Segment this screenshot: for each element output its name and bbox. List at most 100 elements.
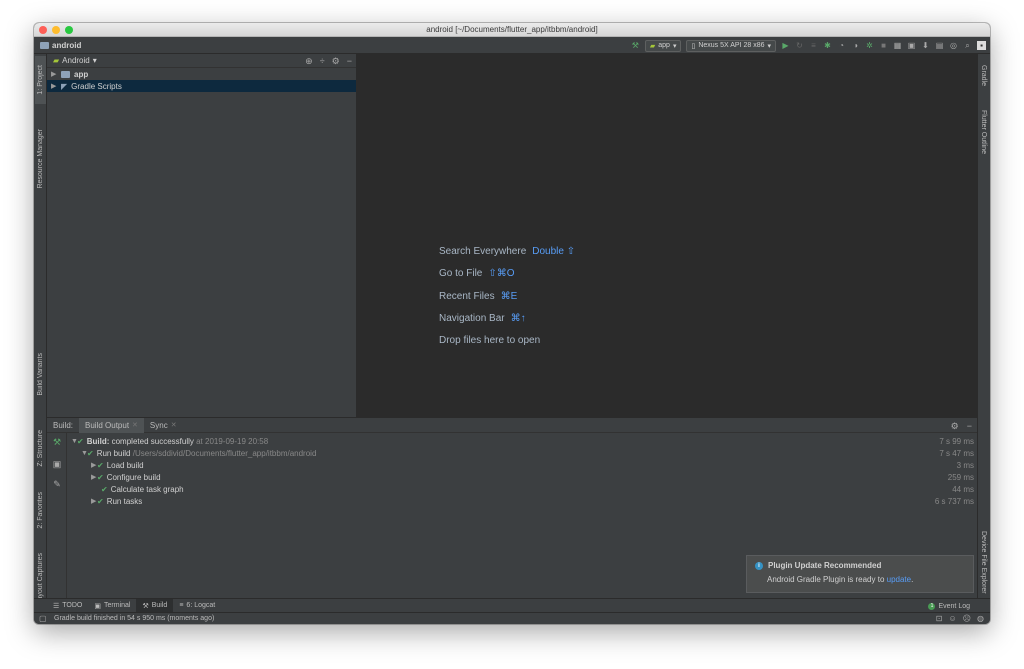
coverage-icon[interactable]: ◑	[851, 41, 860, 50]
apply-changes-icon[interactable]: ↻	[795, 41, 804, 50]
debug-icon[interactable]: ✱	[823, 41, 832, 50]
build-row-run-tasks[interactable]: ▶ ✔ Run tasks 6 s 737 ms	[67, 495, 977, 507]
user-icon[interactable]: ▪	[977, 41, 986, 50]
chevron-down-icon: ▾	[92, 56, 97, 65]
event-log-label: Event Log	[938, 602, 970, 610]
minimize-window-button[interactable]	[52, 26, 60, 34]
hint-shortcut: ⌘↑	[510, 312, 526, 324]
hint-label: Recent Files	[439, 290, 495, 302]
tab-flutter-outline[interactable]: Flutter Outline	[978, 102, 989, 162]
check-icon: ✔	[97, 460, 104, 470]
hint-recent-files: Recent Files ⌘E	[439, 291, 575, 313]
sdk-manager-icon[interactable]: ⬇	[921, 41, 930, 50]
profile-icon[interactable]: ◔	[837, 41, 846, 50]
lock-icon[interactable]: ⊡	[936, 614, 943, 623]
tab-build-variants[interactable]: Build Variants	[35, 334, 46, 414]
apply-code-changes-icon[interactable]: ≡	[809, 41, 818, 50]
breadcrumb-project[interactable]: android	[52, 41, 81, 50]
info-icon: i	[755, 561, 763, 570]
build-row-title: Calculate task graph	[110, 484, 184, 494]
build-row-duration: 3 ms	[956, 460, 974, 470]
breadcrumb[interactable]: android	[40, 41, 81, 50]
hint-drop-files: Drop files here to open	[439, 335, 575, 357]
attach-debugger-icon[interactable]: ✲	[865, 41, 874, 50]
build-row-extra: /Users/sddivid/Documents/flutter_app/itb…	[132, 448, 317, 458]
tab-structure[interactable]: Z: Structure	[35, 422, 46, 474]
build-row-summary[interactable]: ▼ ✔ Build: completed successfully at 201…	[67, 435, 977, 447]
tool-tab-build[interactable]: ⚒ Build	[136, 598, 174, 613]
expand-arrow-icon[interactable]: ▶	[51, 82, 57, 90]
hint-shortcut: Double ⇧	[532, 246, 576, 257]
tab-label: Sync	[149, 420, 168, 430]
close-icon[interactable]: ✕	[171, 421, 177, 429]
build-row-run-build[interactable]: ▼ ✔ Run build /Users/sddivid/Documents/f…	[67, 447, 977, 459]
tab-favorites[interactable]: 2: Favorites	[35, 482, 46, 538]
notification-message: Android Gradle Plugin is ready to update…	[755, 575, 965, 584]
gear-icon[interactable]: ⚙	[332, 56, 340, 67]
notification-title: i Plugin Update Recommended	[755, 561, 965, 570]
tab-project[interactable]: 1: Project	[35, 56, 46, 104]
smiley-icon[interactable]: ☹	[963, 614, 971, 623]
hint-shortcut: ⇧⌘O	[488, 268, 515, 280]
terminal-icon: ▣	[94, 602, 102, 610]
tree-item-gradle-scripts[interactable]: ▶ ◤ Gradle Scripts	[47, 80, 356, 92]
hide-icon[interactable]: −	[347, 56, 352, 67]
locate-icon[interactable]: ⊕	[305, 56, 313, 67]
build-row-configure-build[interactable]: ▶ ✔ Configure build 259 ms	[67, 471, 977, 483]
device-select[interactable]: ▯ Nexus 5X API 28 x86 ▾	[686, 39, 776, 52]
inspector-icon[interactable]: ☺	[949, 614, 957, 623]
check-icon: ✔	[87, 448, 94, 458]
close-window-button[interactable]	[39, 26, 47, 34]
tab-label: Build Output	[85, 420, 130, 430]
hint-label: Navigation Bar	[439, 312, 505, 324]
tool-tab-terminal[interactable]: ▣ Terminal	[88, 599, 136, 613]
device-manager-icon[interactable]: ◎	[949, 41, 958, 50]
tab-resource-manager[interactable]: Resource Manager	[35, 114, 46, 204]
hammer-icon[interactable]: ⚒	[52, 437, 62, 447]
toggle-view-icon[interactable]: ▣	[52, 459, 62, 469]
maximize-window-button[interactable]	[65, 26, 73, 34]
hint-label: Search Everywhere	[439, 246, 527, 257]
sync-gradle-icon[interactable]: ▦	[893, 41, 902, 50]
hint-go-to-file: Go to File ⇧⌘O	[439, 268, 575, 290]
tab-gradle[interactable]: Gradle	[978, 58, 989, 94]
layout-inspector-icon[interactable]: ▤	[935, 41, 944, 50]
tab-gradle-label: Gradle	[980, 65, 987, 87]
tool-window-bar: ☰ TODO ▣ Terminal ⚒ Build ≡ 6: Logcat 1 …	[34, 598, 990, 613]
avd-manager-icon[interactable]: ▣	[907, 41, 916, 50]
close-icon[interactable]: ✕	[132, 421, 138, 429]
build-row-load-build[interactable]: ▶ ✔ Load build 3 ms	[67, 459, 977, 471]
tool-tab-logcat[interactable]: ≡ 6: Logcat	[173, 599, 221, 613]
collapse-all-icon[interactable]: ÷	[320, 56, 325, 67]
run-config-select[interactable]: ▰ app ▾	[644, 39, 682, 52]
build-row-calculate-task-graph[interactable]: ✔ Calculate task graph 44 ms	[67, 483, 977, 495]
folder-icon	[40, 41, 49, 49]
tool-tab-label: Build	[151, 602, 168, 609]
tab-sync[interactable]: Sync ✕	[144, 418, 183, 433]
event-log-button[interactable]: 1 Event Log	[928, 599, 970, 613]
build-row-title: Build:	[86, 436, 110, 446]
expand-arrow-icon[interactable]: ▶	[51, 70, 57, 78]
gear-icon[interactable]: ⚙	[951, 421, 959, 432]
stop-icon[interactable]: ■	[879, 41, 888, 50]
search-icon[interactable]: ⌕	[963, 41, 972, 50]
status-bar: ▢ Gradle build finished in 54 s 950 ms (…	[34, 612, 990, 624]
pin-icon[interactable]: ✎	[52, 479, 62, 489]
memory-icon[interactable]: ◍	[977, 614, 984, 623]
tool-windows-toggle-icon[interactable]: ▢	[39, 614, 47, 623]
tool-tab-todo[interactable]: ☰ TODO	[47, 599, 88, 613]
run-icon[interactable]: ▶	[781, 41, 790, 50]
project-view-selector[interactable]: ▰ Android ▾ ⊕ ÷ ⚙ −	[47, 54, 356, 68]
ide-window: android [~/Documents/flutter_app/itbbm/a…	[34, 23, 990, 624]
tab-build-output[interactable]: Build Output ✕	[79, 417, 144, 433]
hide-icon[interactable]: −	[967, 421, 972, 432]
logcat-icon: ≡	[179, 602, 184, 609]
build-side-toolbar: ⚒ ▣ ✎	[47, 433, 67, 599]
tree-item-app[interactable]: ▶ app	[47, 68, 356, 80]
tab-device-file-explorer[interactable]: Device File Explorer	[978, 514, 989, 610]
plugin-update-notification[interactable]: i Plugin Update Recommended Android Grad…	[746, 555, 974, 593]
update-link[interactable]: update	[887, 575, 911, 584]
hammer-icon[interactable]: ⚒	[631, 41, 640, 50]
build-row-title: Configure build	[106, 472, 161, 482]
editor-area[interactable]: Search Everywhere Double ⇧ Go to File ⇧⌘…	[357, 54, 977, 417]
